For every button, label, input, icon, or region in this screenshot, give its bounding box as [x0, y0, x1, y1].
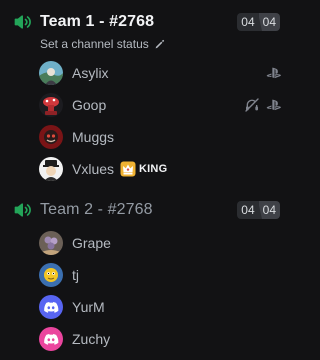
voice-member-yurm[interactable]: YurM [36, 292, 284, 322]
grape-avatar [39, 231, 63, 255]
voice-member-goop[interactable]: Goop [36, 90, 284, 120]
playstation-icon [266, 67, 281, 79]
voice-channel-team-1[interactable]: Team 1 - #2768 04 04 [0, 7, 292, 37]
tj-avatar [39, 263, 63, 287]
user-limit-badge: 04 04 [237, 201, 280, 219]
deafened-icon [245, 98, 259, 112]
discord-default-pink-avatar [39, 327, 63, 351]
username: Grape [72, 235, 111, 251]
user-limit: 04 [257, 201, 280, 219]
voice-member-muggs[interactable]: Muggs [36, 122, 284, 152]
role-tag-label: KING [139, 163, 168, 175]
voice-channel-speaker-icon [14, 15, 31, 29]
discord-default-blurple-avatar [39, 295, 63, 319]
vxlues-avatar [39, 157, 63, 181]
voice-member-vxlues[interactable]: Vxlues KING [36, 154, 284, 184]
voice-member-tj[interactable]: tj [36, 260, 284, 290]
username: tj [72, 267, 79, 283]
role-tag: KING [120, 161, 167, 177]
channel-name: Team 2 - #2768 [40, 201, 153, 218]
channel-status-text: Set a channel status [40, 37, 149, 51]
pencil-icon [155, 39, 164, 48]
user-limit-badge: 04 04 [237, 13, 280, 31]
voice-member-zuchy[interactable]: Zuchy [36, 324, 284, 354]
username: Vxlues [72, 161, 115, 177]
voice-channel-speaker-icon [14, 203, 31, 217]
voice-channel-team-2[interactable]: Team 2 - #2768 04 04 [0, 195, 292, 225]
user-count: 04 [237, 201, 259, 219]
muggs-avatar [39, 125, 63, 149]
voice-member-grape[interactable]: Grape [36, 228, 284, 258]
voice-member-asylix[interactable]: Asylix [36, 58, 284, 88]
asylix-avatar [39, 61, 63, 85]
user-count: 04 [237, 13, 259, 31]
username: YurM [72, 299, 105, 315]
user-limit: 04 [257, 13, 280, 31]
playstation-icon [266, 99, 281, 111]
username: Asylix [72, 65, 109, 81]
username: Zuchy [72, 331, 111, 347]
set-channel-status-button[interactable]: Set a channel status [40, 37, 165, 51]
goop-avatar [39, 93, 63, 117]
crown-icon [120, 161, 136, 177]
username: Muggs [72, 129, 115, 145]
channel-name: Team 1 - #2768 [40, 13, 155, 30]
username: Goop [72, 97, 107, 113]
